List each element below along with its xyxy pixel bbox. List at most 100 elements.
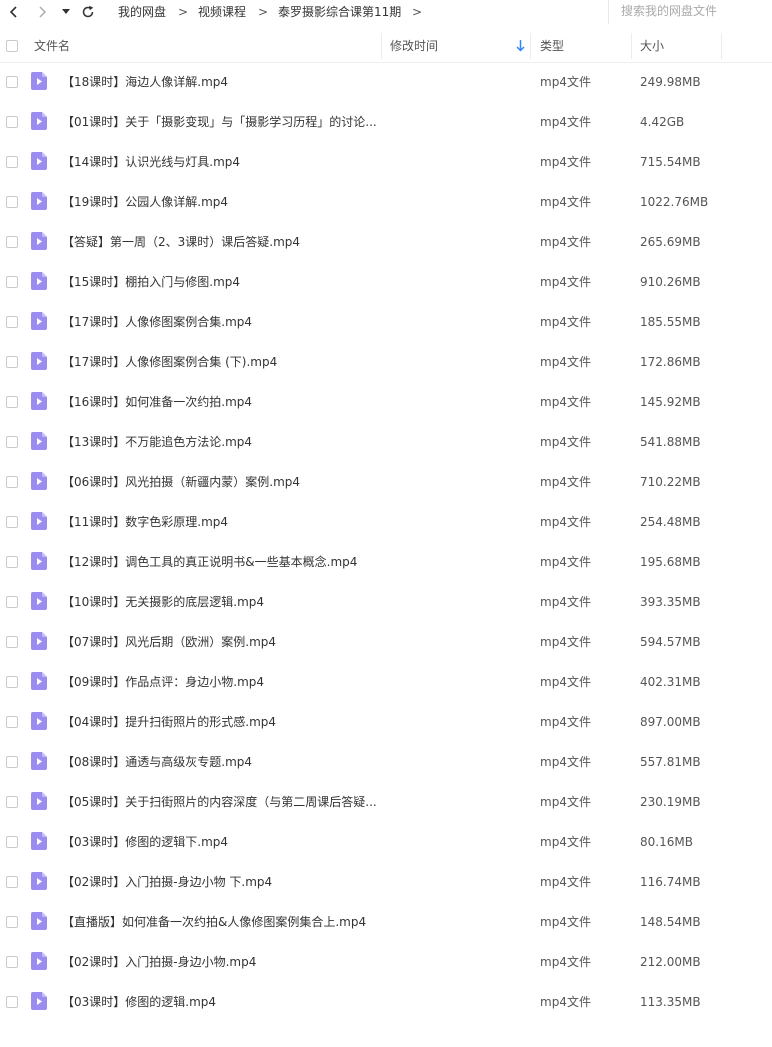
video-file-icon [31,192,47,210]
file-row[interactable]: 【14课时】认识光线与灯具.mp4 mp4文件 715.54MB [0,142,772,182]
row-checkbox[interactable] [6,636,18,648]
caret-down-icon [62,9,70,14]
row-checkbox[interactable] [6,316,18,328]
row-checkbox[interactable] [6,876,18,888]
file-row[interactable]: 【11课时】数字色彩原理.mp4 mp4文件 254.48MB [0,502,772,542]
file-row[interactable]: 【12课时】调色工具的真正说明书&一些基本概念.mp4 mp4文件 195.68… [0,542,772,582]
file-size: 541.88MB [640,435,701,449]
column-header-size[interactable]: 大小 [640,38,664,54]
file-size: 594.57MB [640,635,701,649]
row-checkbox[interactable] [6,596,18,608]
file-name: 【17课时】人像修图案例合集.mp4 [62,315,253,329]
file-row[interactable]: 【16课时】如何准备一次约拍.mp4 mp4文件 145.92MB [0,382,772,422]
file-row[interactable]: 【18课时】海边人像详解.mp4 mp4文件 249.98MB [0,62,772,102]
file-type: mp4文件 [540,875,591,889]
file-size: 230.19MB [640,795,701,809]
row-checkbox[interactable] [6,956,18,968]
row-checkbox[interactable] [6,916,18,928]
row-checkbox[interactable] [6,516,18,528]
column-header-name[interactable]: 文件名 [34,38,70,54]
video-file-icon [31,352,47,370]
video-file-icon [31,112,47,130]
file-type: mp4文件 [540,715,591,729]
file-type: mp4文件 [540,795,591,809]
file-name: 【09课时】作品点评：身边小物.mp4 [62,675,265,689]
video-file-icon [31,952,47,970]
file-type: mp4文件 [540,635,591,649]
breadcrumb-my-drive[interactable]: 我的网盘 [118,4,166,20]
file-size: 145.92MB [640,395,701,409]
file-size: 148.54MB [640,915,701,929]
select-all-checkbox[interactable] [6,40,18,52]
file-row[interactable]: 【04课时】提升扫街照片的形式感.mp4 mp4文件 897.00MB [0,702,772,742]
row-checkbox[interactable] [6,556,18,568]
row-checkbox[interactable] [6,756,18,768]
breadcrumb-separator: > [258,5,269,19]
file-type: mp4文件 [540,755,591,769]
file-row[interactable]: 【06课时】风光拍摄（新疆内蒙）案例.mp4 mp4文件 710.22MB [0,462,772,502]
row-checkbox[interactable] [6,676,18,688]
file-row[interactable]: 【03课时】修图的逻辑下.mp4 mp4文件 80.16MB [0,822,772,862]
file-row[interactable]: 【13课时】不万能追色方法论.mp4 mp4文件 541.88MB [0,422,772,462]
file-row[interactable]: 【01课时】关于「摄影变现」与「摄影学习历程」的讨论... mp4文件 4.42… [0,102,772,142]
file-row[interactable]: 【19课时】公园人像详解.mp4 mp4文件 1022.76MB [0,182,772,222]
back-button[interactable] [4,2,24,22]
column-divider [631,33,632,59]
file-row[interactable]: 【17课时】人像修图案例合集 (下).mp4 mp4文件 172.86MB [0,342,772,382]
forward-button[interactable] [32,2,52,22]
row-checkbox[interactable] [6,436,18,448]
column-divider [530,33,531,59]
file-row[interactable]: 【直播版】如何准备一次约拍&人像修图案例集合上.mp4 mp4文件 148.54… [0,902,772,942]
file-row[interactable]: 【05课时】关于扫街照片的内容深度（与第二周课后答疑... mp4文件 230.… [0,782,772,822]
file-name: 【16课时】如何准备一次约拍.mp4 [62,395,253,409]
row-checkbox[interactable] [6,356,18,368]
row-checkbox[interactable] [6,996,18,1008]
row-checkbox[interactable] [6,196,18,208]
column-header-modified[interactable]: 修改时间 [390,38,438,54]
file-name: 【10课时】无关摄影的底层逻辑.mp4 [62,595,265,609]
file-row[interactable]: 【08课时】通透与高级灰专题.mp4 mp4文件 557.81MB [0,742,772,782]
file-row[interactable]: 【03课时】修图的逻辑.mp4 mp4文件 113.35MB [0,982,772,1022]
file-type: mp4文件 [540,355,591,369]
row-checkbox[interactable] [6,236,18,248]
row-checkbox[interactable] [6,796,18,808]
file-row[interactable]: 【15课时】棚拍入门与修图.mp4 mp4文件 910.26MB [0,262,772,302]
breadcrumb-separator: > [412,5,423,19]
file-size: 710.22MB [640,475,701,489]
file-type: mp4文件 [540,195,591,209]
search-input[interactable] [621,0,771,22]
row-checkbox[interactable] [6,156,18,168]
history-dropdown-button[interactable] [60,2,72,22]
file-size: 402.31MB [640,675,701,689]
file-type: mp4文件 [540,915,591,929]
row-checkbox[interactable] [6,476,18,488]
breadcrumb-current-folder[interactable]: 泰罗摄影综合课第11期 [278,4,401,20]
sort-descending-icon[interactable] [516,40,525,52]
breadcrumb-video-courses[interactable]: 视频课程 [198,4,246,20]
file-row[interactable]: 【10课时】无关摄影的底层逻辑.mp4 mp4文件 393.35MB [0,582,772,622]
column-header-type[interactable]: 类型 [540,38,564,54]
row-checkbox[interactable] [6,116,18,128]
refresh-button[interactable] [78,2,98,22]
video-file-icon [31,632,47,650]
file-row[interactable]: 【02课时】入门拍摄-身边小物.mp4 mp4文件 212.00MB [0,942,772,982]
file-size: 195.68MB [640,555,701,569]
video-file-icon [31,432,47,450]
file-size: 393.35MB [640,595,701,609]
file-type: mp4文件 [540,235,591,249]
file-size: 113.35MB [640,995,701,1009]
row-checkbox[interactable] [6,396,18,408]
file-row[interactable]: 【09课时】作品点评：身边小物.mp4 mp4文件 402.31MB [0,662,772,702]
row-checkbox[interactable] [6,76,18,88]
video-file-icon [31,272,47,290]
file-row[interactable]: 【答疑】第一周（2、3课时）课后答疑.mp4 mp4文件 265.69MB [0,222,772,262]
row-checkbox[interactable] [6,716,18,728]
video-file-icon [31,472,47,490]
file-row[interactable]: 【07课时】风光后期（欧洲）案例.mp4 mp4文件 594.57MB [0,622,772,662]
file-row[interactable]: 【17课时】人像修图案例合集.mp4 mp4文件 185.55MB [0,302,772,342]
row-checkbox[interactable] [6,836,18,848]
file-size: 715.54MB [640,155,701,169]
row-checkbox[interactable] [6,276,18,288]
file-type: mp4文件 [540,395,591,409]
file-row[interactable]: 【02课时】入门拍摄-身边小物 下.mp4 mp4文件 116.74MB [0,862,772,902]
